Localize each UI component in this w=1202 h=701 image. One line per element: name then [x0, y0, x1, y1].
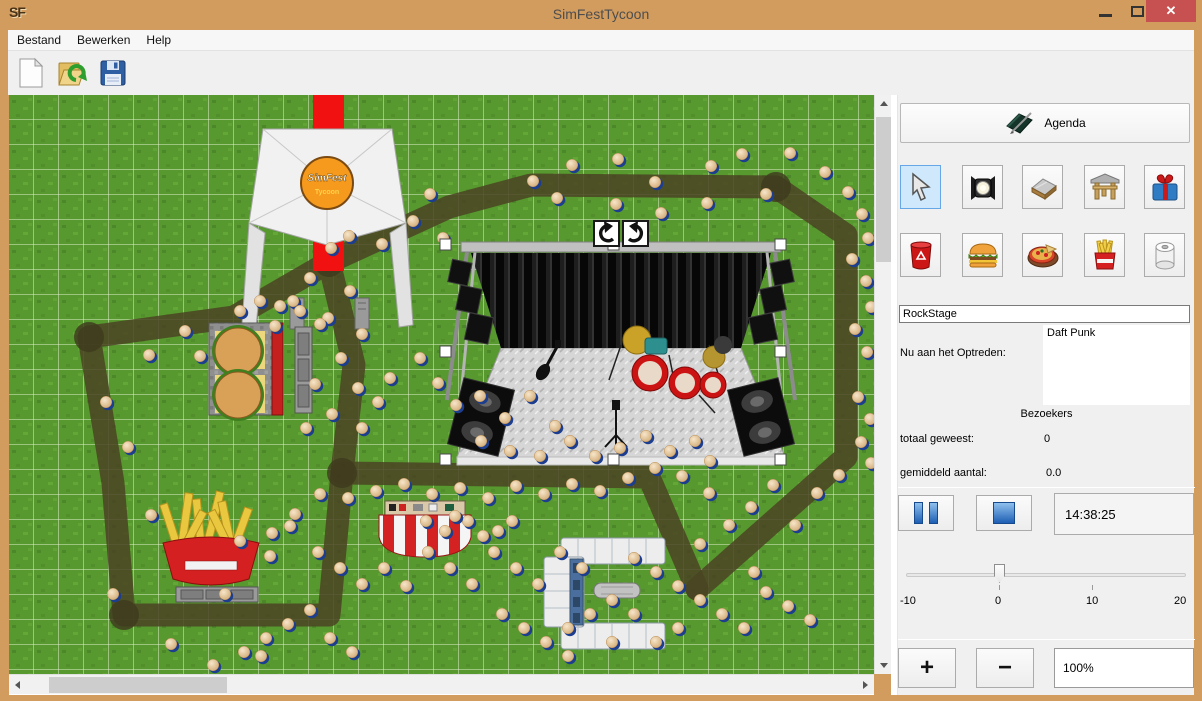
clock-display: 14:38:25	[1054, 493, 1194, 535]
tool-path[interactable]	[1022, 165, 1063, 209]
logo-sub: Tycoon	[315, 189, 339, 196]
scroll-up-arrow[interactable]	[875, 95, 892, 112]
tool-trashcan[interactable]	[900, 233, 941, 277]
rotate-left-button[interactable]	[594, 221, 619, 246]
pause-icon	[914, 502, 938, 524]
now-playing-label: Nu aan het Optreden:	[900, 347, 1006, 359]
agenda-book-icon	[1004, 110, 1034, 136]
gift-icon	[1149, 172, 1181, 202]
sidebar: Agenda	[897, 95, 1194, 695]
divider	[9, 694, 874, 695]
zoom-level-input[interactable]	[1054, 648, 1194, 688]
tool-toiletpaper[interactable]	[1144, 233, 1185, 277]
gate-icon	[1089, 172, 1121, 202]
visitors-avg-value: 0.0	[1046, 467, 1061, 479]
save-file-button[interactable]	[95, 54, 131, 92]
footpath-node[interactable]	[109, 600, 139, 630]
trashcan-icon	[907, 239, 935, 271]
fries-icon	[1091, 239, 1119, 271]
visitors-total-label: totaal geweest:	[900, 433, 974, 445]
now-playing-value: Daft Punk	[1047, 327, 1095, 339]
minimize-button[interactable]	[1090, 0, 1120, 22]
vertical-scroll-thumb[interactable]	[876, 117, 891, 262]
tool-select[interactable]	[900, 165, 941, 209]
horizontal-scrollbar[interactable]	[9, 674, 874, 694]
divider	[898, 639, 1195, 640]
tool-stagelight[interactable]	[962, 165, 1003, 209]
stop-button[interactable]	[976, 495, 1032, 531]
speed-slider-track[interactable]	[906, 573, 1186, 577]
open-file-button[interactable]	[54, 54, 90, 92]
toilet-paper-icon	[1151, 240, 1179, 270]
tool-gate[interactable]	[1084, 165, 1125, 209]
slider-label-0: 0	[995, 595, 1001, 607]
menu-bestand[interactable]: Bestand	[10, 31, 68, 49]
zoom-in-button[interactable]: +	[898, 648, 956, 688]
stage-name-input[interactable]	[899, 305, 1190, 323]
footpath-node[interactable]	[327, 458, 357, 488]
scroll-left-arrow[interactable]	[9, 675, 26, 694]
close-icon: ✕	[1166, 3, 1177, 19]
tool-fries[interactable]	[1084, 233, 1125, 277]
agenda-button[interactable]: Agenda	[900, 103, 1190, 143]
agenda-label: Agenda	[1044, 116, 1085, 130]
tool-gift[interactable]	[1144, 165, 1185, 209]
burger-stand[interactable]	[209, 323, 283, 421]
spotlight-icon	[967, 172, 999, 202]
map-canvas[interactable]: SimFest Tycoon	[9, 95, 874, 674]
maximize-icon	[1131, 6, 1144, 17]
horizontal-scroll-thumb[interactable]	[49, 677, 227, 693]
main-stage[interactable]	[447, 242, 795, 465]
pizza-icon	[1026, 241, 1060, 269]
new-file-icon	[17, 57, 45, 89]
new-file-button[interactable]	[13, 54, 49, 92]
scroll-right-arrow[interactable]	[857, 675, 874, 694]
close-button[interactable]: ✕	[1146, 0, 1196, 22]
app-window: SF SimFestTycoon ✕ Bestand Bewerken Help	[0, 0, 1202, 701]
plus-icon: +	[920, 654, 934, 682]
rotate-right-button[interactable]	[623, 221, 648, 246]
slider-tick	[999, 585, 1000, 590]
clock-value: 14:38:25	[1065, 507, 1116, 522]
visitors-avg-label: gemiddeld aantal:	[900, 467, 987, 479]
path-tile-icon	[1026, 174, 1060, 200]
cursor-icon	[908, 172, 934, 202]
window-title: SimFestTycoon	[0, 6, 1202, 22]
titlebar[interactable]: SF SimFestTycoon ✕	[0, 0, 1202, 30]
visitors-header: Bezoekers	[898, 408, 1195, 420]
footpath-node[interactable]	[74, 322, 104, 352]
slider-label-max: 20	[1174, 595, 1186, 607]
slider-tick	[1092, 585, 1093, 590]
save-file-icon	[99, 59, 127, 87]
toolbar	[8, 51, 1194, 95]
slider-label-min: -10	[900, 595, 916, 607]
minimize-icon	[1099, 14, 1112, 17]
minus-icon: −	[998, 654, 1012, 682]
bench[interactable]	[295, 327, 312, 413]
tool-pizza[interactable]	[1022, 233, 1063, 277]
logo-title: SimFest	[308, 173, 348, 184]
stop-icon	[993, 502, 1015, 524]
zoom-out-button[interactable]: −	[976, 648, 1034, 688]
vertical-scrollbar[interactable]	[874, 95, 891, 674]
bench[interactable]	[176, 587, 258, 602]
scroll-down-arrow[interactable]	[875, 657, 892, 674]
pause-button[interactable]	[898, 495, 954, 531]
menubar: Bestand Bewerken Help	[8, 30, 1194, 51]
menu-help[interactable]: Help	[139, 31, 178, 49]
divider	[898, 487, 1195, 488]
now-playing-box: Daft Punk	[1043, 325, 1190, 405]
menu-bewerken[interactable]: Bewerken	[70, 31, 137, 49]
tool-burger[interactable]	[962, 233, 1003, 277]
visitors-total-value: 0	[1044, 433, 1050, 445]
speed-slider-thumb[interactable]	[994, 564, 1005, 583]
slider-label-10: 10	[1086, 595, 1098, 607]
open-file-icon	[56, 57, 88, 89]
burger-icon	[967, 241, 999, 269]
